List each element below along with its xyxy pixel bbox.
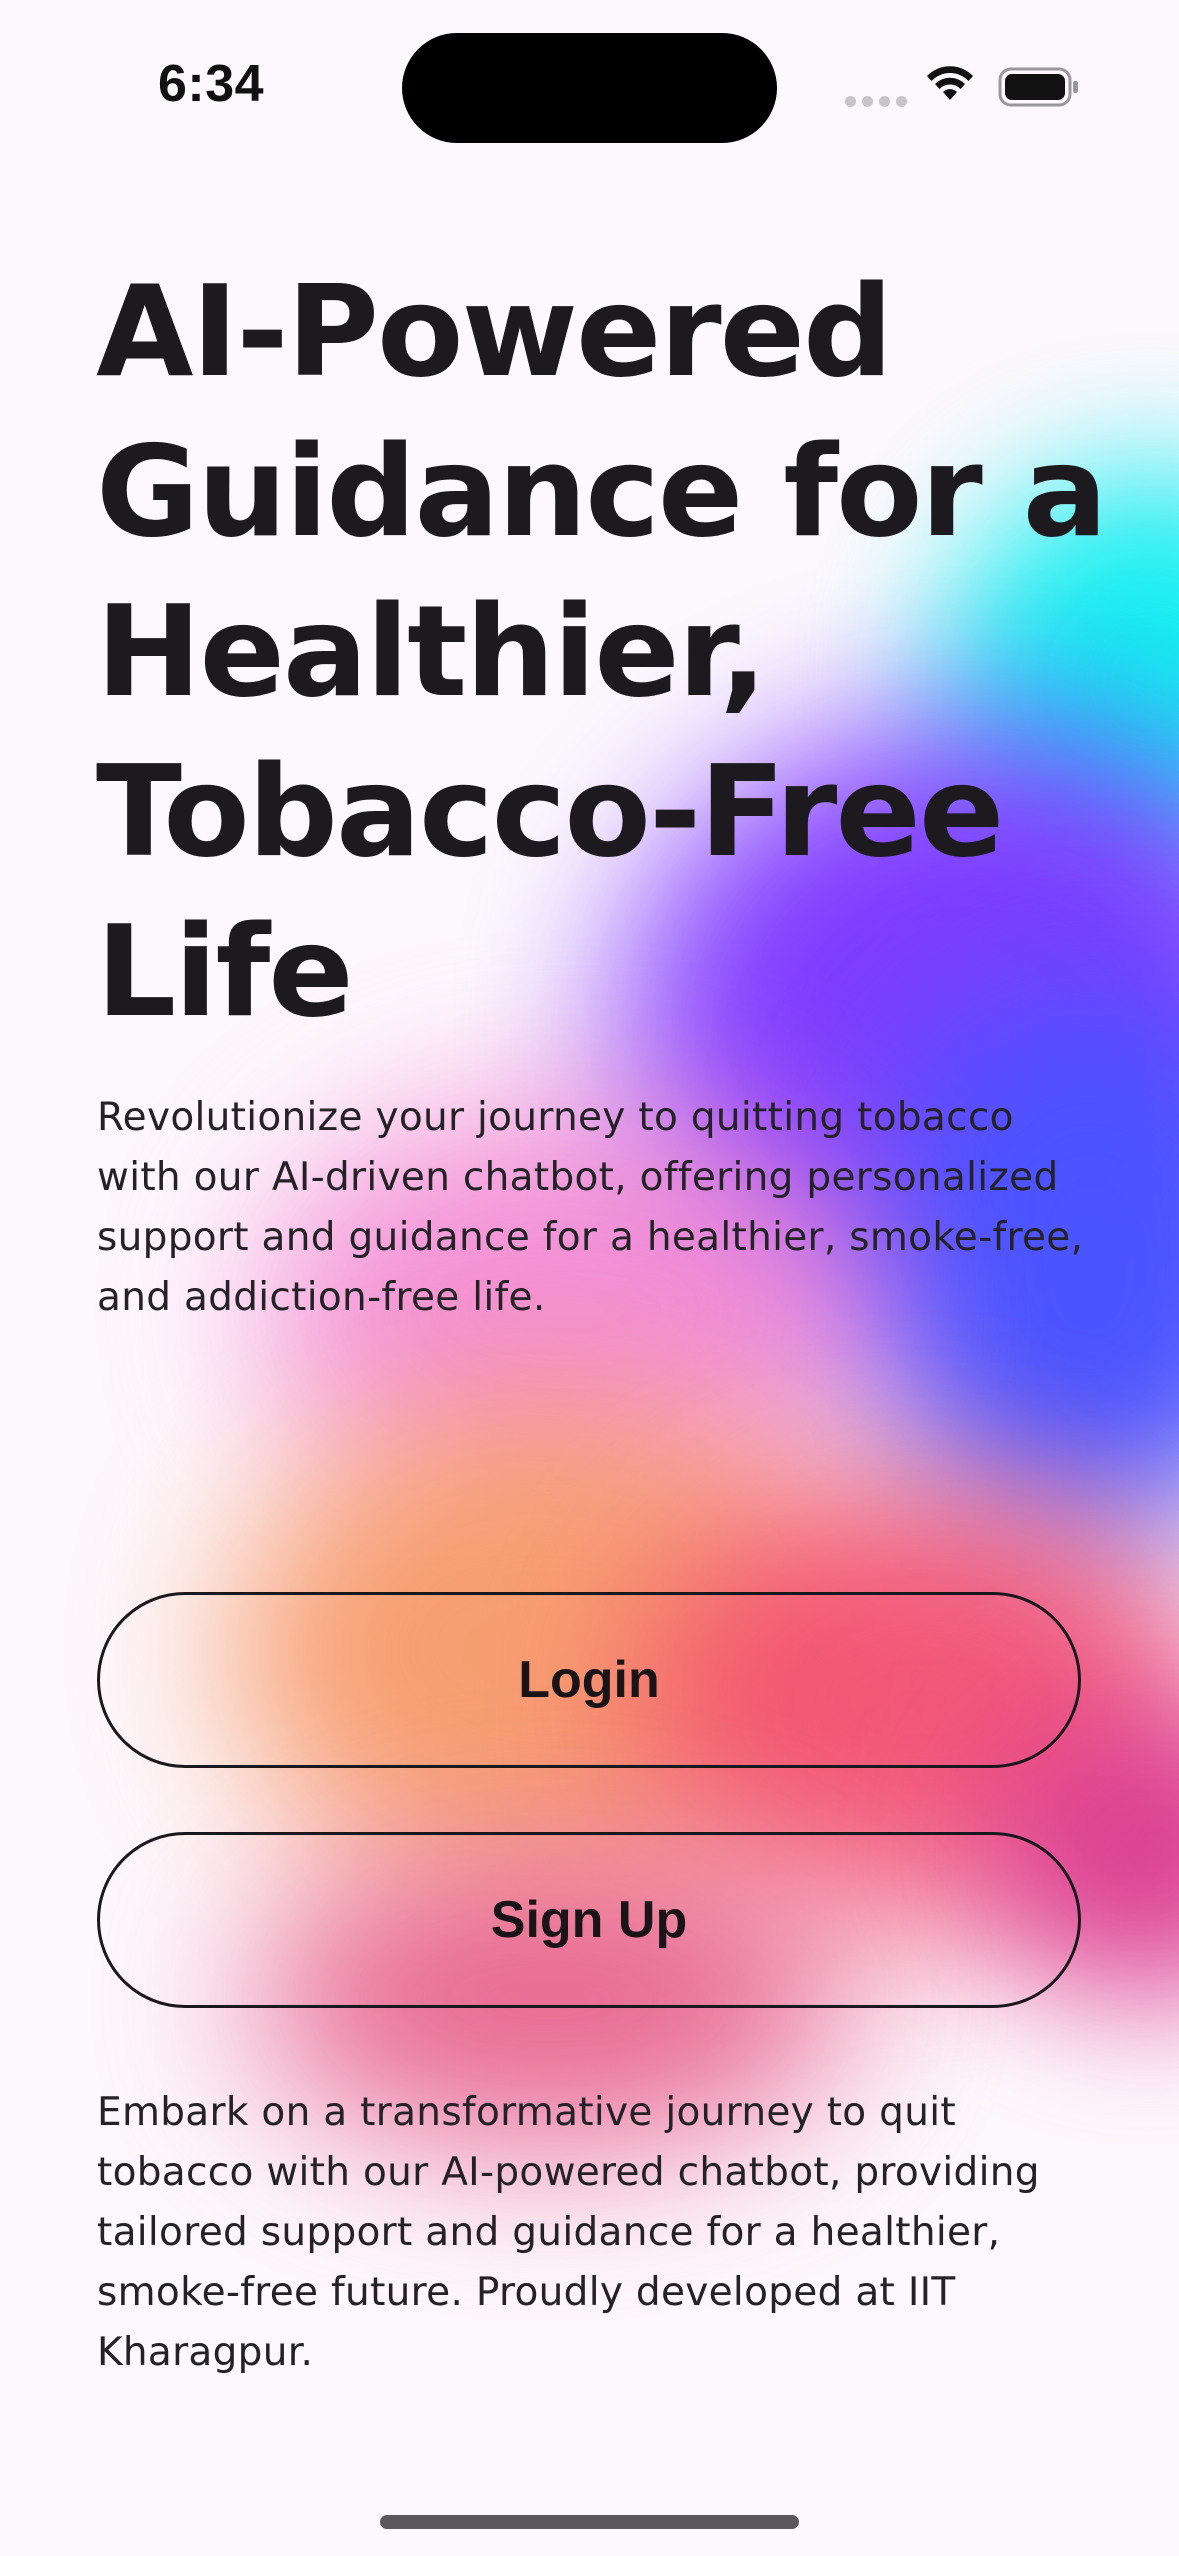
battery-icon	[998, 67, 1078, 107]
footer-description: Embark on a transformative journey to qu…	[97, 2090, 1040, 2375]
welcome-screen: 6:34 AI-Powered Guidance for a Healthier…	[0, 0, 1179, 2556]
sign-up-button[interactable]: Sign Up	[97, 1832, 1081, 2008]
cellular-signal-icon	[845, 96, 907, 107]
dynamic-island	[402, 33, 777, 143]
intro-description: Revolutionize your journey to quitting t…	[97, 1095, 1084, 1320]
page-title: AI-Powered Guidance for a Healthier, Tob…	[96, 258, 1108, 1045]
status-bar-time: 6:34	[158, 55, 265, 113]
login-button[interactable]: Login	[97, 1592, 1081, 1768]
home-indicator[interactable]	[380, 2515, 799, 2529]
wifi-icon	[927, 66, 973, 100]
